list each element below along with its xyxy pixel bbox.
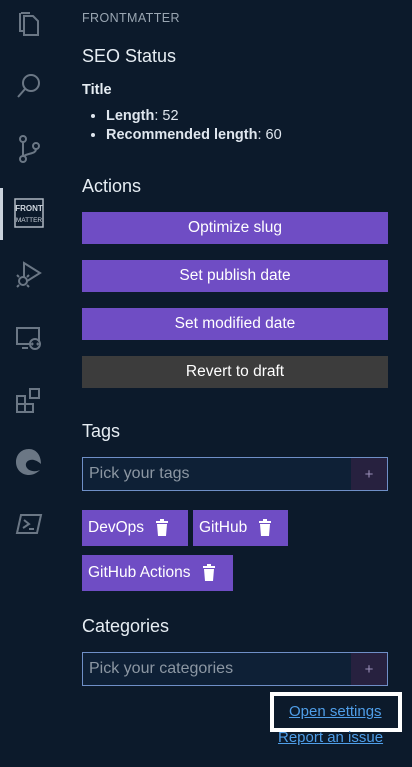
report-issue-link[interactable]: Report an issue: [278, 729, 383, 746]
extensions-button[interactable]: [0, 376, 58, 424]
tags-heading: Tags: [82, 421, 121, 441]
edge-icon: [14, 447, 44, 477]
source-control-button[interactable]: [0, 125, 58, 173]
remote-explorer-button[interactable]: [0, 314, 58, 362]
tag-chip-github: GitHub: [193, 510, 288, 546]
run-debug-icon: [15, 260, 43, 288]
categories-input[interactable]: [83, 653, 351, 685]
optimize-slug-button[interactable]: Optimize slug: [82, 212, 388, 244]
remote-explorer-icon: [15, 324, 43, 352]
powershell-button[interactable]: [0, 500, 58, 548]
categories-picker: +: [82, 652, 388, 686]
edge-button[interactable]: [0, 438, 58, 486]
source-control-icon: [16, 134, 42, 164]
tag-label: DevOps: [88, 519, 144, 536]
files-icon: [16, 10, 42, 38]
seo-title-heading: Title: [82, 82, 112, 98]
run-debug-button[interactable]: [0, 250, 58, 298]
tag-chip-devops: DevOps: [82, 510, 188, 546]
seo-title-metrics: Length: 52 Recommended length: 60: [82, 107, 282, 145]
recommended-length-value: : 60: [257, 127, 282, 143]
length-metric: Length: 52: [106, 107, 282, 126]
explorer-button[interactable]: [0, 0, 58, 48]
tags-input[interactable]: [83, 458, 351, 490]
focus-highlight: [270, 692, 402, 732]
powershell-icon: [15, 510, 43, 538]
seo-status-heading: SEO Status: [82, 46, 177, 66]
length-value: : 52: [154, 108, 179, 124]
search-button[interactable]: [0, 62, 58, 110]
categories-heading: Categories: [82, 616, 170, 636]
recommended-length-label: Recommended length: [106, 127, 258, 143]
section-label: FRONTMATTER: [82, 11, 180, 25]
frontmatter-icon: FRONT MATTER: [14, 198, 44, 228]
tag-chip-github-actions: GitHub Actions: [82, 555, 233, 591]
frontmatter-icon-label-bottom: MATTER: [16, 217, 43, 224]
add-category-button[interactable]: +: [351, 653, 387, 685]
tag-label: GitHub Actions: [88, 564, 191, 581]
recommended-length-metric: Recommended length: 60: [106, 126, 282, 145]
trash-icon[interactable]: [191, 555, 227, 591]
trash-icon[interactable]: [144, 510, 180, 546]
revert-to-draft-button[interactable]: Revert to draft: [82, 356, 388, 388]
set-publish-date-button[interactable]: Set publish date: [82, 260, 388, 292]
frontmatter-button[interactable]: FRONT MATTER: [0, 189, 58, 237]
activity-bar: FRONT MATTER: [0, 0, 58, 767]
frontmatter-icon-label-top: FRONT: [15, 204, 43, 213]
length-label: Length: [106, 108, 155, 124]
tag-label: GitHub: [199, 519, 248, 536]
extensions-icon: [15, 386, 43, 414]
search-icon: [15, 72, 43, 100]
add-tag-button[interactable]: +: [351, 458, 387, 490]
set-modified-date-button[interactable]: Set modified date: [82, 308, 388, 340]
trash-icon[interactable]: [247, 510, 283, 546]
actions-heading: Actions: [82, 176, 142, 196]
tags-picker: +: [82, 457, 388, 491]
